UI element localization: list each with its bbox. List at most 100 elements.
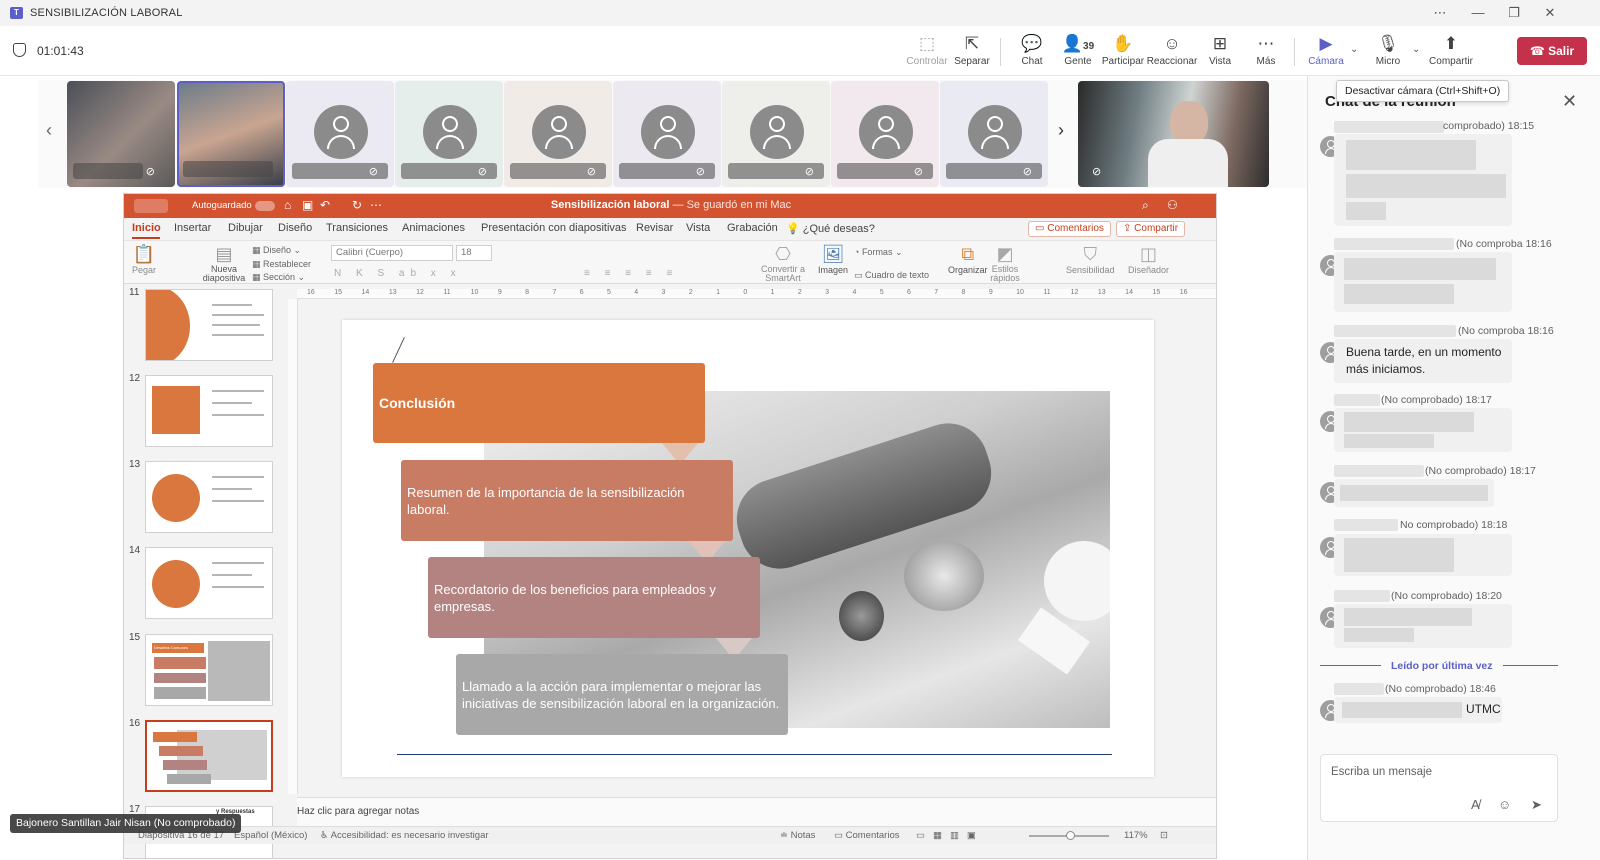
ruler-tick-label: 4 [852,289,857,296]
language-indicator[interactable]: Español (México) [234,830,307,841]
grid-icon: ⊞ [1212,34,1228,53]
emoji-icon[interactable]: ☺ [1498,797,1511,812]
quick-styles-icon: ◩ [996,244,1014,264]
slide-canvas[interactable]: Conclusión Resumen de la importancia de … [342,320,1154,777]
more-button[interactable]: ⋯ Más [1240,34,1292,74]
share-button[interactable]: ⬆ Compartir [1425,34,1477,74]
camera-options-chevron-icon[interactable]: ⌄ [1350,44,1358,55]
search-icon[interactable]: ⌕ [1142,198,1149,213]
notes-pane[interactable]: Haz clic para agregar notas [297,797,1216,826]
shapes-button[interactable]: ◔ Formas ⌄ [854,247,903,258]
window-more-icon[interactable]: ⋯ [1430,4,1450,22]
slide-thumbnail[interactable] [145,375,273,447]
accessibility-status[interactable]: ♿ Accesibilidad: es necesario investigar [320,830,489,841]
quick-styles-button[interactable]: ◩ Estilos rápidos [990,243,1020,283]
format-text-icon[interactable]: A̸ [1471,797,1480,812]
react-button[interactable]: ☺ Reaccionar [1146,34,1198,74]
sensitivity-button[interactable]: ⛉ Sensibilidad [1066,243,1115,275]
restore-icon[interactable]: ❐ [1504,4,1524,22]
participant-tile[interactable]: ⊘ [395,81,503,187]
chat-message[interactable] [1334,604,1512,648]
participant-tile-active-speaker[interactable] [177,81,285,187]
close-window-icon[interactable]: ✕ [1540,4,1560,22]
slide-thumbnail[interactable] [145,547,273,619]
paragraph-buttons[interactable]: ≡ ≡ ≡ ≡ ≡ [584,268,678,279]
chat-message[interactable] [1334,134,1512,226]
chat-message[interactable]: Buena tarde, en un momento más iniciamos… [1334,339,1512,383]
slide-thumbnail-selected[interactable] [145,720,273,792]
minimize-icon[interactable]: — [1468,4,1488,22]
participant-tile[interactable]: ⊘ [940,81,1048,187]
font-name-select[interactable]: Calibri (Cuerpo) [331,245,453,261]
slide-thumbnail[interactable] [145,461,273,533]
participant-tile[interactable]: ⊘ [613,81,721,187]
account-icon[interactable]: ⚇ [1167,198,1178,212]
participant-tile[interactable]: ⊘ [722,81,830,187]
mic-button[interactable]: 🎙 Micro [1362,34,1414,74]
slide-thumbnail[interactable]: Desafíos Comunes [145,634,273,706]
tab-transiciones[interactable]: Transiciones [326,222,388,234]
ppt-titlebar: Autoguardado ⌂ ▣ ↶ ↻ ⋯ Sensibilización l… [124,194,1216,218]
fit-slide-icon[interactable]: ⊡ [1160,830,1168,841]
tab-presentacion[interactable]: Presentación con diapositivas [481,222,627,234]
zoom-level[interactable]: 117% [1124,830,1148,841]
tab-revisar[interactable]: Revisar [636,222,673,234]
text-format-buttons[interactable]: N K S ab x x [334,268,462,279]
tell-me-field[interactable]: 💡 ¿Qué deseas? [786,222,875,235]
mic-muted-icon: 🎙 [1377,34,1399,53]
section-button[interactable]: ▦ Sección ⌄ [252,272,305,283]
chat-message-text: UTMC [1466,702,1501,716]
send-icon[interactable]: ➤ [1531,797,1542,813]
participant-video-tile[interactable]: ⊘ [1078,81,1269,187]
tab-inicio[interactable]: Inicio [132,222,161,234]
chat-message[interactable] [1334,408,1512,452]
textbox-button[interactable]: ▭ Cuadro de texto [854,270,929,281]
paste-button[interactable]: 📋 Pegar [132,243,156,275]
zoom-slider-thumb[interactable] [1066,831,1075,840]
camera-button[interactable]: ▶ Cámara [1300,34,1352,74]
designer-button[interactable]: ◫ Diseñador [1128,243,1169,275]
participant-tile[interactable]: ⊘ [286,81,394,187]
tab-vista[interactable]: Vista [686,222,710,234]
comments-button[interactable]: ▭ Comentarios [1028,221,1111,237]
participant-tile[interactable]: ⊘ [67,81,175,187]
chat-message[interactable] [1334,479,1494,507]
strip-next-arrow-icon[interactable]: › [1058,120,1064,141]
popout-button[interactable]: ⇱ Separar [946,34,998,74]
convert-smartart-button[interactable]: ⎔ Convertir a SmartArt [760,243,806,283]
raise-hand-button[interactable]: ✋ Participar [1097,34,1149,74]
notes-toggle[interactable]: ≐ Notas [780,830,815,841]
layout-button[interactable]: ▦ Diseño ⌄ [252,245,301,256]
tab-animaciones[interactable]: Animaciones [402,222,465,234]
view-button[interactable]: ⊞ Vista [1194,34,1246,74]
leave-button[interactable]: ☎ Salir [1517,37,1587,65]
comments-toggle[interactable]: ▭ Comentarios [834,830,899,841]
new-slide-button[interactable]: ▤ Nueva diapositiva [202,243,246,283]
avatar-placeholder-icon [750,105,804,159]
mic-options-chevron-icon[interactable]: ⌄ [1412,44,1420,55]
chat-message[interactable] [1334,252,1512,312]
share-doc-button[interactable]: ⇪ Compartir [1116,221,1186,237]
ruler-tick-label: 5 [607,289,611,296]
close-chat-icon[interactable]: ✕ [1562,91,1577,112]
arrange-button[interactable]: ⧉ Organizar [948,243,988,275]
message-compose-box[interactable]: Escriba un mensaje A̸ ☺ ➤ [1320,754,1558,822]
strip-prev-arrow-icon[interactable]: ‹ [46,120,52,141]
participant-tile[interactable]: ⊘ [504,81,612,187]
tab-dibujar[interactable]: Dibujar [228,222,263,234]
ruler-tick-label: 1 [770,289,775,296]
slide-decoration-line [392,337,405,363]
chat-message[interactable] [1334,534,1512,576]
clipboard-icon: 📋 [132,244,156,264]
slide-thumbnail[interactable] [145,289,273,361]
chat-button[interactable]: 💬 Chat [1006,34,1058,74]
image-button[interactable]: 🖼 Imagen [818,243,848,275]
participant-tile[interactable]: ⊘ [831,81,939,187]
chat-message[interactable]: UTMC [1334,697,1502,723]
view-buttons[interactable]: ▭▦▥▣ [916,830,984,841]
font-size-select[interactable]: 18 [456,245,492,261]
reset-button[interactable]: ▦ Restablecer [252,259,311,270]
tab-grabacion[interactable]: Grabación [727,222,778,234]
tab-insertar[interactable]: Insertar [174,222,211,234]
tab-diseno[interactable]: Diseño [278,222,312,234]
